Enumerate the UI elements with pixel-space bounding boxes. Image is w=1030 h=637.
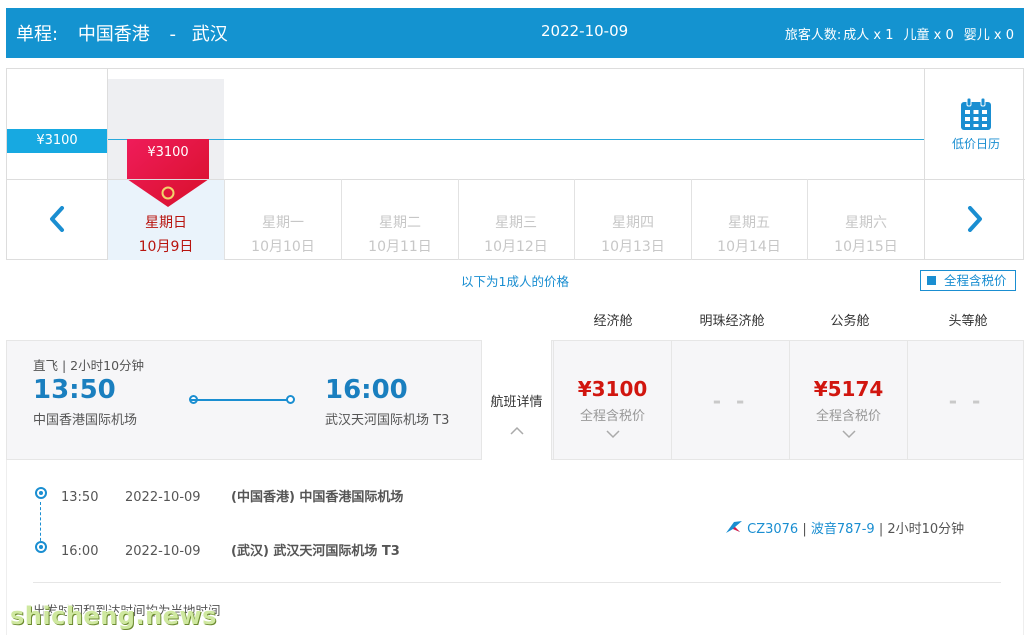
- origin-city: 中国香港: [77, 24, 150, 45]
- fare-pearl-economy: - -: [671, 341, 789, 459]
- calendar-icon: [961, 97, 991, 130]
- search-summary-bar: 单程: 中国香港 - 武汉 2022-10-09 旅客人数: 成人 x 1 儿童 x…: [6, 8, 1024, 58]
- calendar-divider: [7, 179, 1025, 180]
- segment-time: 16:00: [61, 544, 99, 559]
- weekday-label: 星期六: [845, 215, 887, 231]
- fare-amount: ¥3100: [577, 377, 648, 401]
- flight-number-link[interactable]: CZ3076: [747, 522, 798, 537]
- flight-meta: 直飞 | 2小时10分钟: [33, 358, 145, 373]
- weekday-label: 星期五: [728, 215, 770, 231]
- calendar-day-3[interactable]: 星期二 10月11日: [342, 211, 458, 259]
- info-separator: |: [802, 522, 807, 537]
- cabin-header-business: 公务舱: [830, 314, 870, 329]
- segment-arr-dot: [35, 541, 47, 553]
- calendar-day-4[interactable]: 星期三 10月12日: [458, 211, 574, 259]
- route-summary: 单程: 中国香港 - 武汉: [16, 20, 232, 46]
- cabin-header-economy: 经济舱: [593, 314, 633, 329]
- chevron-up-icon: [509, 426, 524, 435]
- prev-week-button[interactable]: [37, 199, 77, 239]
- segment-date: 2022-10-09: [125, 490, 201, 505]
- weekday-label: 星期一: [262, 215, 304, 231]
- date-label: 10月10日: [251, 239, 315, 255]
- chevron-right-icon: [968, 206, 982, 232]
- segment-date: 2022-10-09: [125, 544, 201, 559]
- date-label: 10月13日: [601, 239, 665, 255]
- flight-result-card: 直飞 | 2小时10分钟 13:50 中国香港国际机场 16:00 武汉天河国际…: [6, 340, 1025, 461]
- cabin-header-first: 头等舱: [948, 314, 988, 329]
- fare-note: 全程含税价: [579, 409, 645, 424]
- date-label: 10月15日: [834, 239, 898, 255]
- segment-time: 13:50: [61, 490, 99, 505]
- flight-duration: 2小时10分钟: [887, 522, 965, 537]
- detail-divider: [33, 582, 1001, 583]
- next-week-button[interactable]: [955, 199, 995, 239]
- segment-airport: (武汉) 武汉天河国际机场 T3: [231, 544, 400, 559]
- segment-arrival: 16:00 2022-10-09 (武汉) 武汉天河国际机场 T3: [47, 540, 400, 559]
- calendar-day-5[interactable]: 星期四 10月13日: [575, 211, 691, 259]
- pax-adult: 成人 x 1: [843, 28, 894, 43]
- selected-price: ¥3100: [147, 145, 189, 160]
- chevron-down-icon: [605, 430, 620, 439]
- flight-details-label: 航班详情: [490, 395, 543, 410]
- chevron-down-icon: [841, 430, 856, 439]
- segment-airport: (中国香港) 中国香港国际机场: [231, 490, 404, 505]
- date-label: 10月9日: [138, 239, 194, 255]
- calendar-day-2[interactable]: 星期一 10月10日: [225, 211, 341, 259]
- fare-business[interactable]: ¥5174 全程含税价: [789, 341, 907, 459]
- aircraft-type-link[interactable]: 波音787-9: [811, 522, 875, 537]
- fare-unavailable: - -: [712, 389, 749, 413]
- arrival-airport: 武汉天河国际机场 T3: [325, 413, 450, 428]
- weekday-label: 星期二: [379, 215, 421, 231]
- fare-note: 全程含税价: [815, 409, 881, 424]
- col-divider: [924, 69, 925, 260]
- destination-city: 武汉: [191, 24, 228, 45]
- departure-airport: 中国香港国际机场: [33, 413, 138, 428]
- calendar-day-7[interactable]: 星期六 10月15日: [808, 211, 924, 259]
- fare-amount: ¥5174: [813, 377, 884, 401]
- segment-connector: [40, 502, 41, 546]
- calendar-link-label: 低价日历: [951, 137, 1000, 151]
- info-separator: |: [878, 522, 884, 537]
- price-trend-line: [107, 139, 925, 140]
- lowest-price-tag: ¥3100: [7, 129, 107, 153]
- tax-inclusive-toggle[interactable]: 全程含税价: [920, 270, 1016, 291]
- date-price-calendar: ¥3100 ¥3100 星期日 10月9日 星期一 10月10日 星期二 10月…: [6, 68, 1025, 260]
- fare-first: - -: [907, 341, 1025, 459]
- trip-type: 单程:: [16, 24, 59, 45]
- tax-toggle-label: 全程含税价: [944, 273, 1007, 288]
- segment-dep-dot: [35, 487, 47, 499]
- route-line: [190, 399, 292, 401]
- date-label: 10月11日: [368, 239, 432, 255]
- watermark: shicheng.news: [10, 602, 217, 630]
- flight-details-toggle[interactable]: 航班详情: [481, 340, 552, 461]
- calendar-day-1[interactable]: 星期日 10月9日: [108, 211, 224, 259]
- price-basis-note: 以下为1成人的价格: [461, 274, 569, 289]
- calendar-day-6[interactable]: 星期五 10月14日: [691, 211, 807, 259]
- route-dash: -: [169, 24, 177, 45]
- route-end-dot: [286, 395, 295, 404]
- pax-label: 旅客人数:: [784, 28, 842, 43]
- flight-info: CZ3076 | 波音787-9 | 2小时10分钟: [725, 518, 964, 537]
- fare-unavailable: - -: [948, 389, 985, 413]
- airline-logo-icon: [726, 521, 742, 533]
- weekday-label: 星期三: [495, 215, 537, 231]
- weekday-label: 星期日: [145, 215, 187, 231]
- date-label: 10月12日: [484, 239, 548, 255]
- pax-infant: 婴儿 x 0: [963, 28, 1014, 43]
- pax-child: 儿童 x 0: [903, 28, 954, 43]
- low-price-calendar-link[interactable]: 低价日历: [927, 97, 1025, 152]
- chevron-left-icon: [50, 206, 64, 232]
- arrival-time: 16:00: [325, 375, 408, 405]
- date-label: 10月14日: [717, 239, 781, 255]
- passenger-count: 旅客人数: 成人 x 1 儿童 x 0 婴儿 x 0: [775, 24, 1014, 43]
- cabin-header-pearl-economy: 明珠经济舱: [699, 314, 765, 329]
- segment-departure: 13:50 2022-10-09 (中国香港) 中国香港国际机场: [47, 486, 403, 505]
- fare-economy[interactable]: ¥3100 全程含税价: [553, 341, 671, 459]
- weekday-label: 星期四: [612, 215, 654, 231]
- checkbox-icon: [927, 276, 936, 285]
- departure-time: 13:50: [33, 375, 116, 405]
- travel-date: 2022-10-09: [541, 22, 629, 40]
